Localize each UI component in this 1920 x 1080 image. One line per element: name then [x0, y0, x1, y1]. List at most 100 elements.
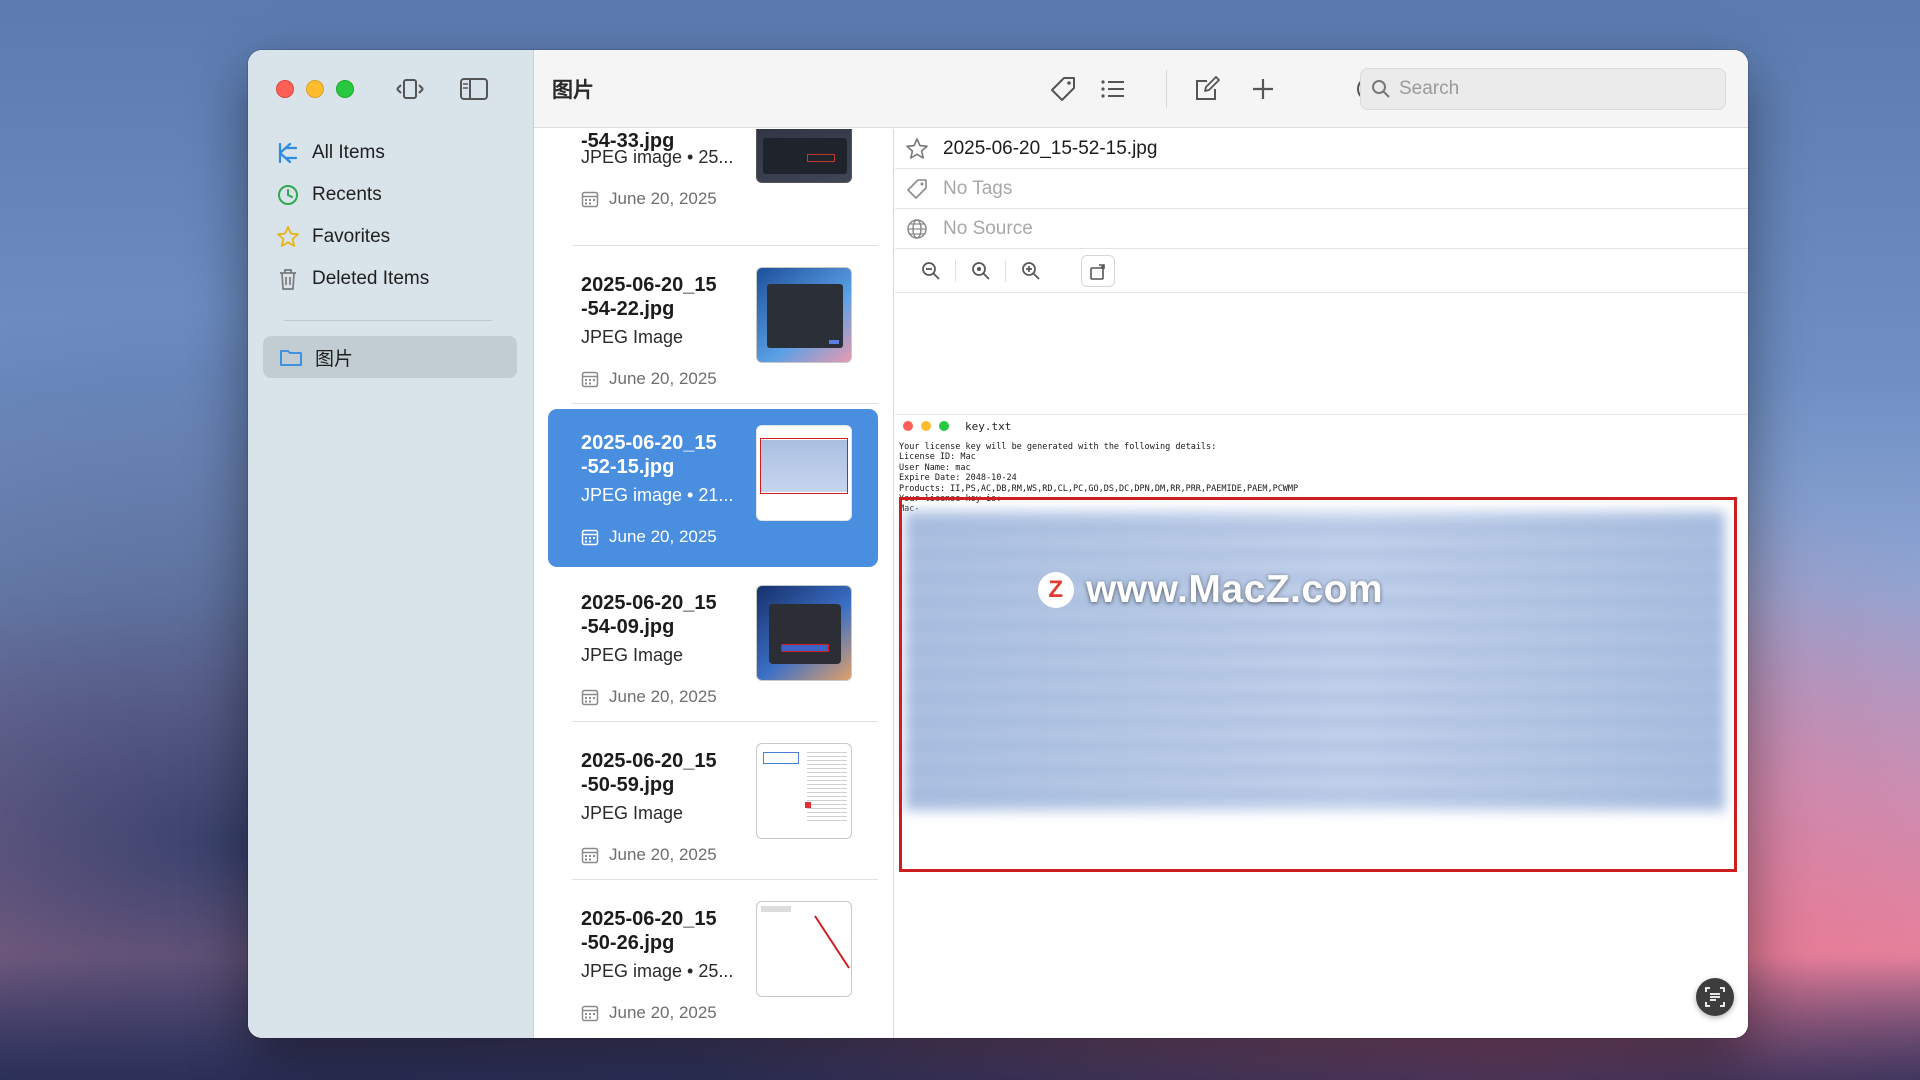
rotate-icon: [1090, 264, 1105, 280]
sidebar-folder-pictures[interactable]: 图片: [263, 336, 517, 378]
zoom-divider: [1005, 260, 1006, 282]
item-thumbnail: [756, 901, 852, 997]
item-name: 2025-06-20_15 -54-22.jpg: [581, 274, 717, 320]
tags-row[interactable]: No Tags: [895, 169, 1748, 209]
tag-button[interactable]: [1046, 72, 1080, 106]
preview-minimize-dot: [921, 421, 931, 431]
sidebar-item-label: Favorites: [312, 226, 391, 247]
folder-icon: [277, 343, 305, 371]
tags-text: No Tags: [943, 177, 1013, 199]
item-thumbnail: [756, 743, 852, 839]
calendar-icon: [581, 1004, 599, 1022]
item-date-text: June 20, 2025: [609, 687, 717, 706]
sidebar-item-all-items[interactable]: All Items: [274, 132, 517, 174]
item-date-text: June 20, 2025: [609, 369, 717, 388]
item-date-text: June 20, 2025: [609, 527, 717, 546]
search-field[interactable]: [1360, 68, 1726, 110]
item-type: JPEG image • 25...: [581, 961, 734, 981]
item-date: June 20, 2025: [581, 369, 717, 389]
actual-size-icon: [972, 262, 990, 280]
list-divider: [572, 403, 878, 404]
globe-icon: [903, 215, 931, 243]
add-icon: [1253, 79, 1273, 99]
zoom-in-icon: [1022, 262, 1040, 280]
zoom-window-button[interactable]: [336, 80, 354, 98]
sidebar-item-deleted-items[interactable]: Deleted Items: [274, 258, 517, 300]
app-window: All Items Recents Favorites Deleted Item…: [248, 50, 1748, 1038]
star-icon[interactable]: [903, 135, 931, 163]
calendar-icon: [581, 528, 599, 546]
split-view-icon: [396, 79, 424, 99]
compose-button[interactable]: [1190, 72, 1224, 106]
item-name: 2025-06-20_15 -52-15.jpg: [581, 432, 717, 478]
filename-text[interactable]: 2025-06-20_15-52-15.jpg: [943, 138, 1157, 160]
list-item-selected[interactable]: 2025-06-20_15 -52-15.jpg JPEG image • 21.…: [548, 409, 878, 567]
watermark: Z www.MacZ.com: [1038, 568, 1383, 612]
item-thumbnail: [756, 425, 852, 521]
item-name: 2025-06-20_15 -50-59.jpg: [581, 750, 717, 796]
sidebar-toggle-button[interactable]: [458, 74, 490, 104]
item-type: JPEG image • 21...: [581, 485, 734, 505]
list-view-button[interactable]: [1096, 72, 1130, 106]
calendar-icon: [581, 846, 599, 864]
item-name: 2025-06-20_15 -50-26.jpg: [581, 908, 717, 954]
folder-label: 图片: [315, 348, 354, 370]
list-item[interactable]: 2025-06-20_15 -54-09.jpg JPEG Image June …: [548, 569, 878, 727]
item-date-text: June 20, 2025: [609, 189, 717, 208]
sidebar-item-recents[interactable]: Recents: [274, 174, 517, 216]
item-name: 2025-06-20_15 -54-09.jpg: [581, 592, 717, 638]
live-text-icon: [1705, 987, 1725, 1007]
item-type: JPEG Image: [581, 327, 684, 347]
sidebar-item-label: Deleted Items: [312, 268, 430, 289]
source-text: No Source: [943, 217, 1033, 239]
zoom-controls: [895, 249, 1748, 293]
watermark-logo-icon: Z: [1038, 572, 1074, 608]
source-row[interactable]: No Source: [895, 209, 1748, 249]
list-item[interactable]: -54-33.jpg JPEG image • 25... June 20, 2…: [548, 129, 878, 229]
item-thumbnail: [756, 267, 852, 363]
rotate-button[interactable]: [1081, 255, 1115, 287]
item-type: JPEG image • 25...: [581, 147, 734, 167]
minimize-window-button[interactable]: [306, 80, 324, 98]
image-preview[interactable]: key.txt Your license key will be generat…: [895, 414, 1748, 1012]
item-thumbnail: [756, 585, 852, 681]
toolbar: 图片: [534, 50, 1748, 128]
actual-size-button[interactable]: [961, 257, 1001, 285]
item-date-text: June 20, 2025: [609, 1003, 717, 1022]
item-date: June 20, 2025: [581, 1003, 717, 1023]
list-divider: [572, 879, 878, 880]
sidebar-item-favorites[interactable]: Favorites: [274, 216, 517, 258]
item-type: JPEG Image: [581, 645, 684, 665]
list-item[interactable]: 2025-06-20_15 -54-22.jpg JPEG Image June …: [548, 251, 878, 409]
window-controls: [276, 80, 354, 98]
calendar-icon: [581, 190, 599, 208]
filename-row: 2025-06-20_15-52-15.jpg: [895, 129, 1748, 169]
sidebar-item-label: Recents: [312, 184, 382, 205]
sidebar-divider: [284, 320, 492, 321]
highlight-frame: [899, 497, 1737, 872]
item-date: June 20, 2025: [581, 687, 717, 707]
close-window-button[interactable]: [276, 80, 294, 98]
search-icon: [1372, 80, 1390, 98]
calendar-icon: [581, 688, 599, 706]
search-input[interactable]: [1399, 78, 1699, 100]
view-toggle-button[interactable]: [394, 74, 426, 104]
list-divider: [572, 721, 878, 722]
item-date: June 20, 2025: [581, 189, 717, 209]
list-divider: [572, 245, 878, 246]
zoom-in-button[interactable]: [1011, 257, 1051, 285]
live-text-button[interactable]: [1696, 978, 1734, 1016]
trash-icon: [274, 265, 302, 293]
list-item[interactable]: 2025-06-20_15 -50-59.jpg JPEG Image June …: [548, 727, 878, 885]
add-button[interactable]: [1246, 72, 1280, 106]
preview-zoom-dot: [939, 421, 949, 431]
tag-icon: [903, 175, 931, 203]
toolbar-divider: [1166, 70, 1167, 108]
zoom-out-button[interactable]: [911, 257, 951, 285]
preview-titlebar: key.txt: [895, 415, 1748, 437]
list-item[interactable]: 2025-06-20_15 -50-26.jpg JPEG image • 25.…: [548, 885, 878, 1038]
sidebar-item-label: All Items: [312, 142, 385, 163]
item-date: June 20, 2025: [581, 845, 717, 865]
sidebar-icon: [460, 78, 488, 100]
item-thumbnail: [756, 129, 852, 183]
